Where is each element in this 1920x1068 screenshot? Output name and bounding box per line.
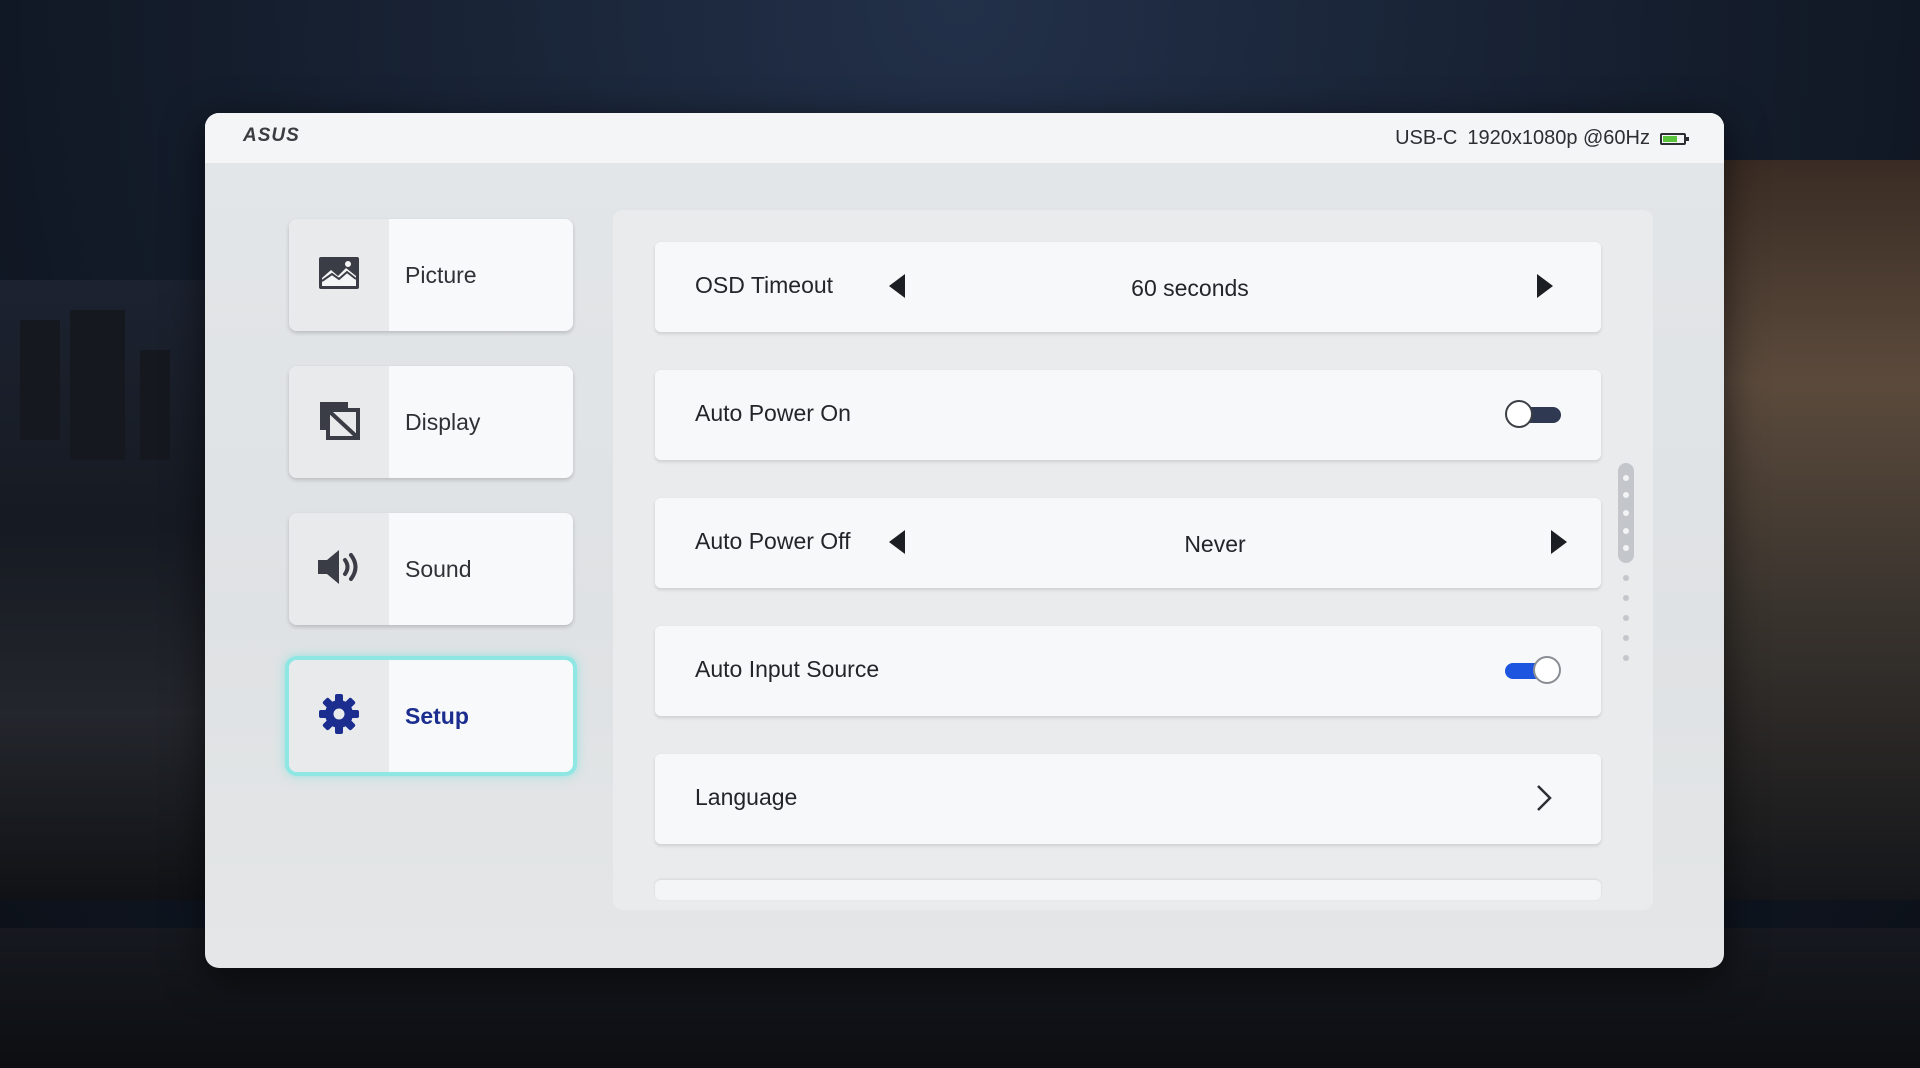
scrollbar-thumb[interactable]	[1618, 463, 1634, 563]
battery-icon	[1660, 132, 1689, 145]
gear-icon	[317, 692, 361, 741]
osd-menu: ASUS USB-C 1920x1080p @60Hz Picture Disp…	[205, 113, 1724, 968]
resolution-label: 1920x1080p @60Hz	[1467, 127, 1650, 149]
language-label: Language	[695, 784, 798, 810]
status-bar: USB-C 1920x1080p @60Hz	[1395, 127, 1689, 150]
setup-settings-panel: OSD Timeout 60 seconds Auto Power On Aut…	[613, 210, 1653, 910]
brand-logo: ASUS	[243, 125, 300, 146]
next-value-arrow-icon[interactable]	[1537, 274, 1553, 298]
picture-icon	[318, 256, 360, 295]
display-icon	[318, 400, 360, 445]
sidebar-item-setup[interactable]: Setup	[289, 660, 573, 772]
setting-row-partial	[655, 880, 1601, 900]
sidebar-item-sound[interactable]: Sound	[289, 513, 573, 625]
setting-row-auto-power-off[interactable]: Auto Power Off Never	[655, 498, 1601, 588]
previous-value-arrow-icon[interactable]	[889, 274, 905, 298]
auto-power-off-label: Auto Power Off	[695, 528, 851, 554]
next-value-arrow-icon[interactable]	[1551, 530, 1567, 554]
osd-header: ASUS USB-C 1920x1080p @60Hz	[205, 113, 1724, 163]
sidebar-item-label: Sound	[405, 555, 472, 582]
auto-power-on-label: Auto Power On	[695, 400, 851, 426]
speaker-icon	[316, 547, 362, 592]
sidebar-item-label: Display	[405, 408, 481, 435]
background-scenery-right	[1710, 160, 1920, 900]
input-source-label: USB-C	[1395, 127, 1458, 149]
scrollbar[interactable]	[1618, 463, 1634, 663]
setting-row-osd-timeout[interactable]: OSD Timeout 60 seconds	[655, 242, 1601, 332]
setting-row-auto-power-on[interactable]: Auto Power On	[655, 370, 1601, 460]
sidebar-item-picture[interactable]: Picture	[289, 219, 573, 331]
category-sidebar: Picture Display Sound Setup	[289, 219, 573, 807]
setting-row-language[interactable]: Language	[655, 754, 1601, 844]
sidebar-item-display[interactable]: Display	[289, 366, 573, 478]
background-scenery-left	[0, 280, 210, 900]
sidebar-item-label: Setup	[405, 702, 469, 729]
setting-row-auto-input-source[interactable]: Auto Input Source	[655, 626, 1601, 716]
osd-timeout-label: OSD Timeout	[695, 272, 834, 298]
chevron-right-icon	[1535, 784, 1553, 811]
auto-power-on-toggle[interactable]	[1505, 400, 1561, 430]
previous-value-arrow-icon[interactable]	[889, 530, 905, 554]
auto-power-off-value: Never	[1184, 531, 1246, 557]
auto-input-source-toggle[interactable]	[1505, 656, 1561, 686]
osd-timeout-value: 60 seconds	[1131, 275, 1249, 301]
sidebar-item-label: Picture	[405, 261, 477, 288]
auto-input-source-label: Auto Input Source	[695, 656, 880, 682]
